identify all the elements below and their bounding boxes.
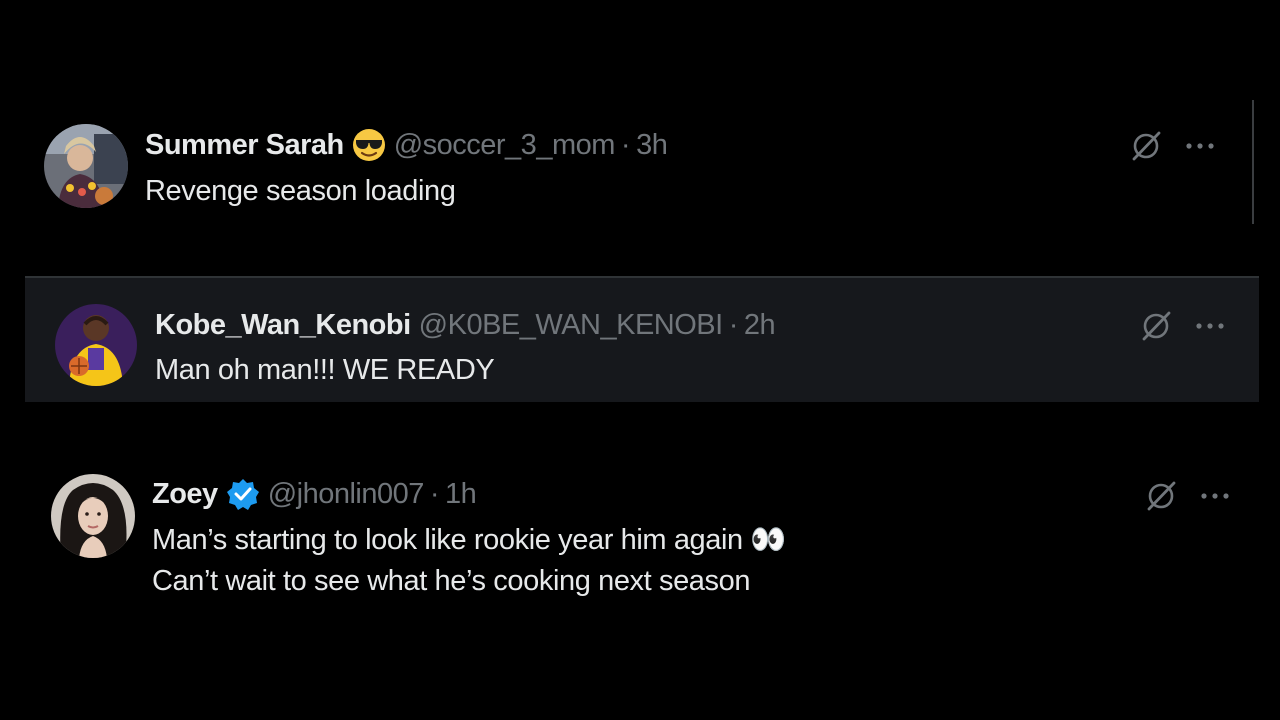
- user-handle[interactable]: @K0BE_WAN_KENOBI: [419, 307, 724, 343]
- timestamp[interactable]: 3h: [636, 127, 668, 163]
- display-name[interactable]: Summer Sarah: [145, 127, 344, 163]
- tweet-header: Summer Sarah @soccer_3_mom · 3h: [145, 127, 668, 163]
- separator-dot: ·: [429, 478, 440, 510]
- timestamp[interactable]: 1h: [445, 476, 477, 512]
- more-options-icon[interactable]: [1192, 308, 1228, 344]
- separator-dot: ·: [728, 309, 739, 341]
- more-options-icon[interactable]: [1197, 478, 1233, 514]
- tweet-text-line: Man’s starting to look like rookie year …: [152, 524, 787, 556]
- tweet-zoey[interactable]: Zoey @jhonlin007 · 1h Man’s starting to …: [0, 470, 1280, 610]
- grok-icon[interactable]: [1143, 478, 1179, 514]
- separator-dot: ·: [620, 129, 631, 161]
- avatar[interactable]: [55, 304, 137, 386]
- tweet-text: Man’s starting to look like rookie year …: [152, 520, 787, 602]
- tweet-summer-sarah[interactable]: Summer Sarah @soccer_3_mom · 3h Revenge …: [0, 120, 1280, 230]
- reply-feed: Summer Sarah @soccer_3_mom · 3h Revenge …: [0, 0, 1280, 720]
- grok-icon[interactable]: [1128, 128, 1164, 164]
- display-name[interactable]: Zoey: [152, 476, 218, 512]
- more-options-icon[interactable]: [1182, 128, 1218, 164]
- user-handle[interactable]: @soccer_3_mom: [394, 127, 616, 163]
- verified-badge-icon: [226, 477, 260, 511]
- tweet-header: Kobe_Wan_Kenobi @K0BE_WAN_KENOBI · 2h: [155, 307, 776, 343]
- grok-icon[interactable]: [1138, 308, 1174, 344]
- display-name[interactable]: Kobe_Wan_Kenobi: [155, 307, 411, 343]
- tweet-text: Man oh man!!! WE READY: [155, 354, 495, 386]
- avatar[interactable]: [51, 474, 135, 558]
- tweet-text: Revenge season loading: [145, 175, 456, 207]
- tweet-actions: [1128, 128, 1218, 164]
- avatar[interactable]: [44, 124, 128, 208]
- tweet-text-line: Can’t wait to see what he’s cooking next…: [152, 565, 751, 597]
- sunglasses-emoji-icon: [352, 128, 386, 162]
- tweet-kobe-wan-kenobi[interactable]: Kobe_Wan_Kenobi @K0BE_WAN_KENOBI · 2h Ma…: [25, 277, 1259, 402]
- tweet-header: Zoey @jhonlin007 · 1h: [152, 476, 477, 512]
- tweet-actions: [1143, 478, 1233, 514]
- timestamp[interactable]: 2h: [744, 307, 776, 343]
- user-handle[interactable]: @jhonlin007: [268, 476, 425, 512]
- tweet-actions: [1138, 308, 1228, 344]
